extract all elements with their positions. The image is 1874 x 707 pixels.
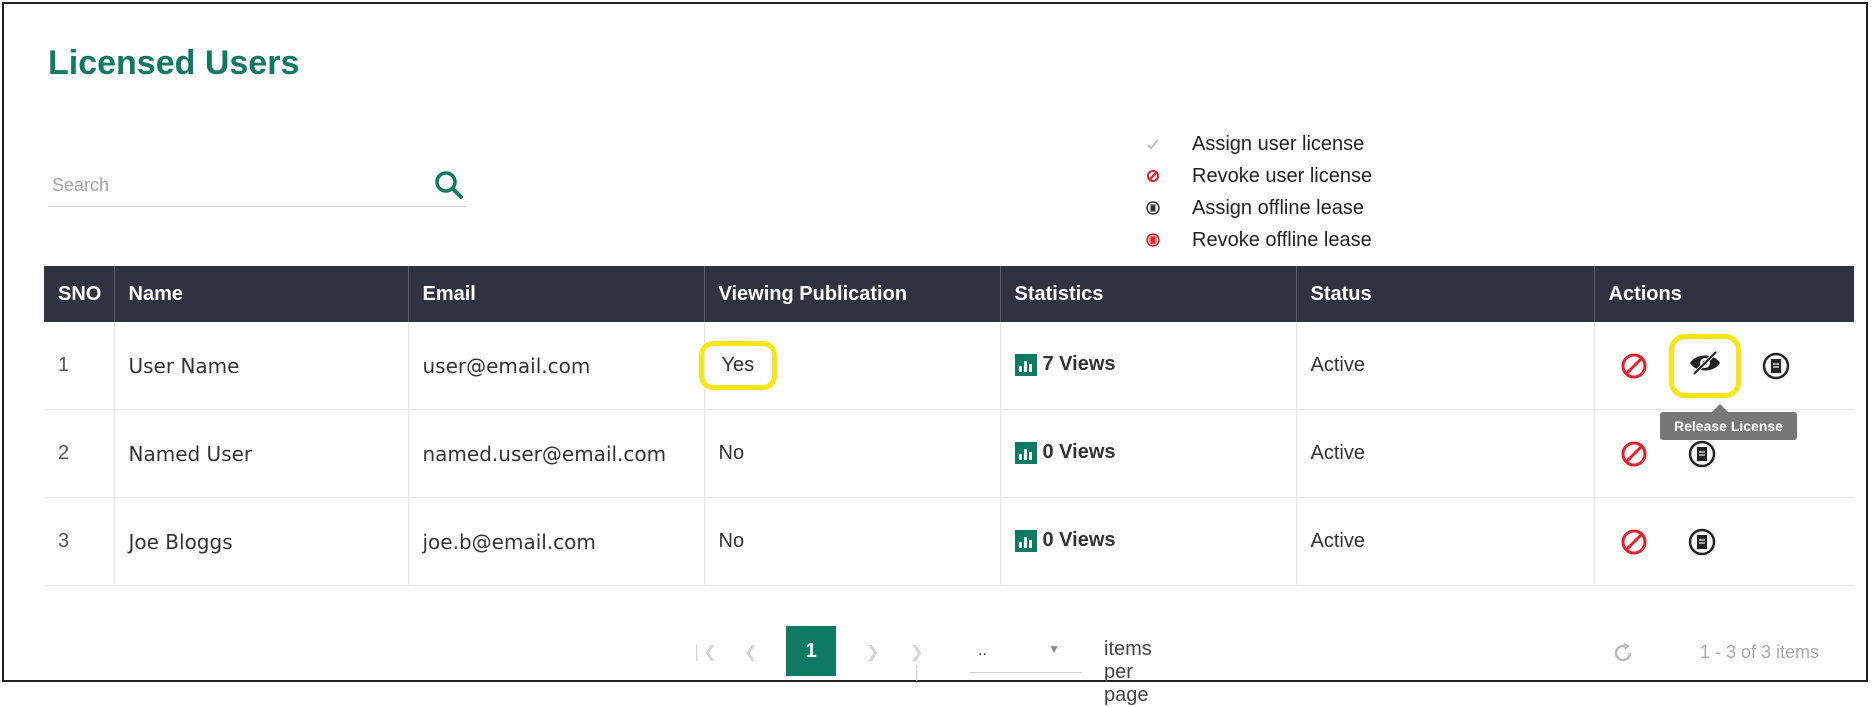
cell-name: User Name bbox=[113, 322, 408, 410]
offline-lease-button[interactable] bbox=[1685, 525, 1719, 559]
items-per-page-value: .. bbox=[978, 642, 987, 659]
statistics-value: 7 Views bbox=[1042, 353, 1116, 376]
page-title: Licensed Users bbox=[48, 44, 300, 82]
release-license-button[interactable] bbox=[1668, 333, 1741, 398]
cell-viewing: No bbox=[703, 497, 1000, 586]
cell-name: Named User bbox=[113, 409, 408, 498]
users-table: SNO Name Email Viewing Publication Stati… bbox=[44, 266, 1854, 586]
action-legend: Assign user license Revoke user license … bbox=[1142, 128, 1372, 256]
check-icon bbox=[1142, 137, 1192, 151]
revoke-offline-lease-icon bbox=[1142, 233, 1192, 247]
cell-statistics: 7 Views bbox=[999, 322, 1296, 410]
cell-status: Active bbox=[1295, 322, 1594, 410]
table-row: 1 User Name user@email.com Yes 7 Views A… bbox=[44, 322, 1854, 410]
legend-label: Revoke user license bbox=[1192, 164, 1373, 187]
legend-label: Assign user license bbox=[1192, 132, 1365, 155]
next-page-icon[interactable]: ❯ bbox=[866, 642, 879, 662]
viewing-value: Yes bbox=[721, 354, 755, 376]
cell-status: Active bbox=[1295, 409, 1594, 498]
prev-page-icon[interactable]: ❮ bbox=[744, 642, 757, 662]
header-status[interactable]: Status bbox=[1295, 266, 1594, 322]
statistics-link[interactable]: 0 Views bbox=[1014, 529, 1116, 552]
search-input[interactable] bbox=[50, 170, 414, 200]
header-sno[interactable]: SNO bbox=[44, 266, 114, 322]
bar-chart-icon bbox=[1014, 441, 1037, 464]
statistics-value: 0 Views bbox=[1042, 441, 1116, 464]
release-license-tooltip: Release License bbox=[1660, 404, 1797, 440]
cell-sno: 3 bbox=[44, 497, 114, 586]
offline-lease-button[interactable] bbox=[1759, 349, 1793, 383]
pagination-range: 1 - 3 of 3 items bbox=[1700, 642, 1820, 662]
revoke-license-button[interactable] bbox=[1617, 525, 1651, 559]
page-button-current[interactable]: 1 bbox=[786, 626, 836, 676]
statistics-value: 0 Views bbox=[1042, 529, 1116, 552]
header-name[interactable]: Name bbox=[113, 266, 408, 322]
header-actions: Actions bbox=[1593, 266, 1854, 322]
cell-actions bbox=[1593, 322, 1854, 410]
offline-lease-button[interactable] bbox=[1685, 437, 1719, 471]
cell-statistics: 0 Views bbox=[999, 409, 1296, 498]
bar-chart-icon bbox=[1014, 353, 1037, 376]
bar-chart-icon bbox=[1014, 529, 1037, 552]
items-per-page-select[interactable]: .. ▼ bbox=[970, 632, 1082, 673]
table-row: 2 Named User named.user@email.com No 0 V… bbox=[44, 409, 1854, 498]
revoke-icon bbox=[1142, 169, 1192, 183]
table-row: 3 Joe Bloggs joe.b@email.com No 0 Views … bbox=[44, 497, 1854, 586]
eye-slash-icon bbox=[1688, 350, 1722, 382]
statistics-link[interactable]: 7 Views bbox=[1014, 353, 1116, 376]
cell-sno: 1 bbox=[44, 322, 114, 410]
cell-email: user@email.com bbox=[407, 322, 704, 410]
first-page-icon[interactable]: ❘❮ bbox=[690, 642, 717, 662]
cell-email: named.user@email.com bbox=[407, 409, 704, 498]
legend-label: Assign offline lease bbox=[1192, 196, 1364, 219]
items-per-page-label: items per page bbox=[1104, 638, 1152, 706]
legend-item: Assign user license bbox=[1142, 128, 1372, 160]
header-statistics[interactable]: Statistics bbox=[999, 266, 1296, 322]
cell-viewing: No bbox=[703, 409, 1000, 498]
cell-name: Joe Bloggs bbox=[113, 497, 408, 586]
statistics-link[interactable]: 0 Views bbox=[1014, 441, 1116, 464]
cell-status: Active bbox=[1295, 497, 1594, 586]
header-email[interactable]: Email bbox=[407, 266, 704, 322]
refresh-icon[interactable] bbox=[1610, 640, 1636, 666]
cell-viewing: Yes bbox=[698, 322, 1000, 410]
legend-item: Assign offline lease bbox=[1142, 192, 1372, 224]
legend-item: Revoke offline lease bbox=[1142, 224, 1372, 256]
table-header-row: SNO Name Email Viewing Publication Stati… bbox=[44, 266, 1854, 322]
cell-sno: 2 bbox=[44, 409, 114, 498]
header-viewing-publication[interactable]: Viewing Publication bbox=[703, 266, 1000, 322]
search-bar bbox=[48, 164, 466, 207]
legend-label: Revoke offline lease bbox=[1192, 228, 1372, 251]
chevron-down-icon: ▼ bbox=[1048, 642, 1060, 656]
cell-email: joe.b@email.com bbox=[407, 497, 704, 586]
search-icon[interactable] bbox=[432, 168, 466, 202]
revoke-license-button[interactable] bbox=[1617, 437, 1651, 471]
offline-lease-icon bbox=[1142, 201, 1192, 215]
last-page-icon[interactable]: ❯❘ bbox=[910, 642, 923, 682]
cell-actions bbox=[1593, 497, 1854, 586]
revoke-license-button[interactable] bbox=[1617, 349, 1651, 383]
cell-statistics: 0 Views bbox=[999, 497, 1296, 586]
legend-item: Revoke user license bbox=[1142, 160, 1372, 192]
highlight-marker: Yes bbox=[698, 341, 778, 390]
